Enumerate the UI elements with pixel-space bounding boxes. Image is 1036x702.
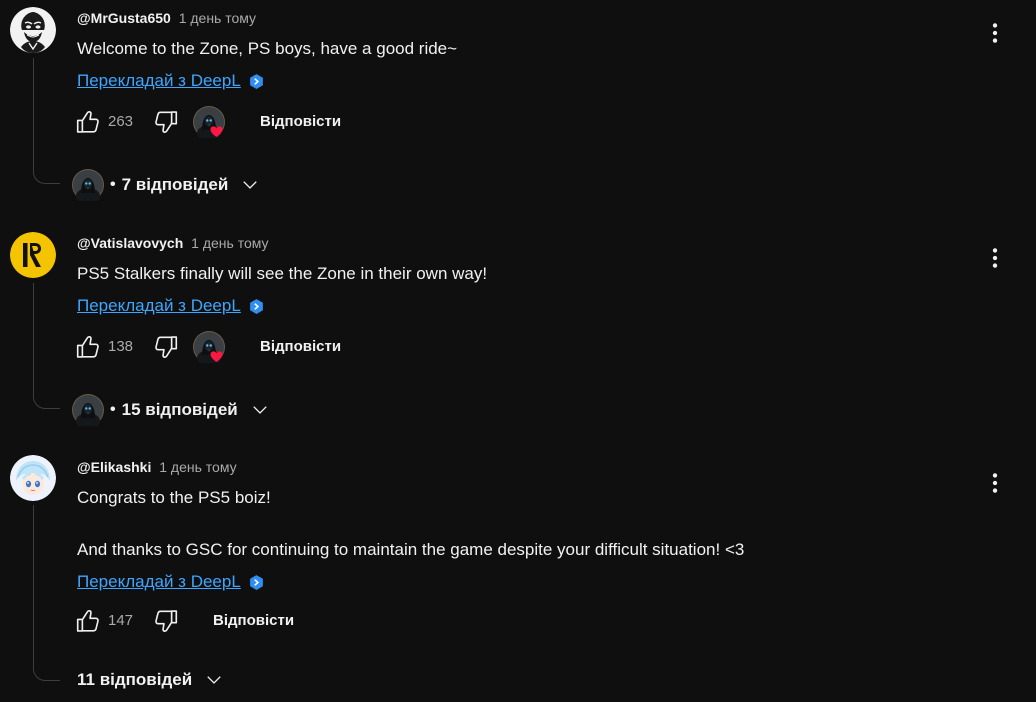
thumb-down-icon[interactable] xyxy=(153,109,179,135)
thumb-up-icon[interactable] xyxy=(75,608,101,634)
more-vert-icon[interactable] xyxy=(982,20,1008,46)
deepl-badge-icon xyxy=(248,574,265,591)
view-replies-button[interactable]: 11 відповідей xyxy=(77,664,224,696)
thumb-down-icon[interactable] xyxy=(153,608,179,634)
translate-label: Перекладай з DeepL xyxy=(77,71,241,90)
reply-button[interactable]: Відповісти xyxy=(213,612,294,629)
more-vert-icon[interactable] xyxy=(982,470,1008,496)
like-count: 147 xyxy=(108,612,134,629)
translate-link[interactable]: Перекладай з DeepL xyxy=(77,295,265,317)
comment-actions: 147 Відповісти xyxy=(75,606,395,636)
replies-separator: • xyxy=(110,401,116,418)
thread-connector-line xyxy=(33,58,60,184)
comment-timestamp[interactable]: 1 день тому xyxy=(159,459,236,475)
view-replies-button[interactable]: • 15 відповідей xyxy=(72,394,270,426)
comment-timestamp[interactable]: 1 день тому xyxy=(191,235,268,251)
comment-header: @Vatislavovych 1 день тому xyxy=(77,234,269,252)
comment-author[interactable]: @Elikashki xyxy=(77,459,151,475)
creator-heart-icon xyxy=(193,331,225,363)
replier-avatar xyxy=(72,169,104,201)
comment-thread: @Elikashki 1 день тому Congrats to the P… xyxy=(0,449,1036,702)
comment-header: @Elikashki 1 день тому xyxy=(77,458,237,476)
avatar[interactable] xyxy=(10,455,56,501)
translate-label: Перекладай з DeepL xyxy=(77,572,241,591)
translate-link[interactable]: Перекладай з DeepL xyxy=(77,70,265,92)
comment-author[interactable]: @MrGusta650 xyxy=(77,10,171,26)
replies-separator: • xyxy=(110,176,116,193)
comment-actions: 138 Відповісти xyxy=(75,332,395,362)
avatar[interactable] xyxy=(10,232,56,278)
chevron-down-icon xyxy=(204,670,224,690)
replier-avatar xyxy=(72,394,104,426)
replies-count: 11 відповідей xyxy=(77,670,193,689)
comment-text: And thanks to GSC for continuing to main… xyxy=(77,540,745,559)
like-count: 263 xyxy=(108,113,134,130)
chevron-down-icon xyxy=(250,400,270,420)
comment-text: Congrats to the PS5 boiz! xyxy=(77,488,271,507)
reply-button[interactable]: Відповісти xyxy=(260,338,341,355)
translate-link[interactable]: Перекладай з DeepL xyxy=(77,571,265,593)
avatar[interactable] xyxy=(10,7,56,53)
comment-timestamp[interactable]: 1 день тому xyxy=(179,10,256,26)
comment-thread: @MrGusta650 1 день тому Welcome to the Z… xyxy=(0,0,1036,225)
view-replies-button[interactable]: • 7 відповідей xyxy=(72,169,260,201)
comment-author[interactable]: @Vatislavovych xyxy=(77,235,183,251)
thread-connector-line xyxy=(33,283,60,409)
thumb-down-icon[interactable] xyxy=(153,334,179,360)
more-vert-icon[interactable] xyxy=(982,245,1008,271)
comment-actions: 263 Відповісти xyxy=(75,107,395,137)
comment-text: PS5 Stalkers finally will see the Zone i… xyxy=(77,264,488,283)
thumb-up-icon[interactable] xyxy=(75,109,101,135)
like-count: 138 xyxy=(108,338,134,355)
replies-count: 7 відповідей xyxy=(121,175,229,194)
chevron-down-icon xyxy=(240,175,260,195)
thumb-up-icon[interactable] xyxy=(75,334,101,360)
comment-thread: @Vatislavovych 1 день тому PS5 Stalkers … xyxy=(0,225,1036,450)
comment-header: @MrGusta650 1 день тому xyxy=(77,9,256,27)
creator-heart-icon xyxy=(193,106,225,138)
comment-text: Welcome to the Zone, PS boys, have a goo… xyxy=(77,39,458,58)
deepl-badge-icon xyxy=(248,73,265,90)
deepl-badge-icon xyxy=(248,298,265,315)
translate-label: Перекладай з DeepL xyxy=(77,296,241,315)
thread-connector-line xyxy=(33,505,60,681)
reply-button[interactable]: Відповісти xyxy=(260,113,341,130)
replies-count: 15 відповідей xyxy=(121,400,238,419)
